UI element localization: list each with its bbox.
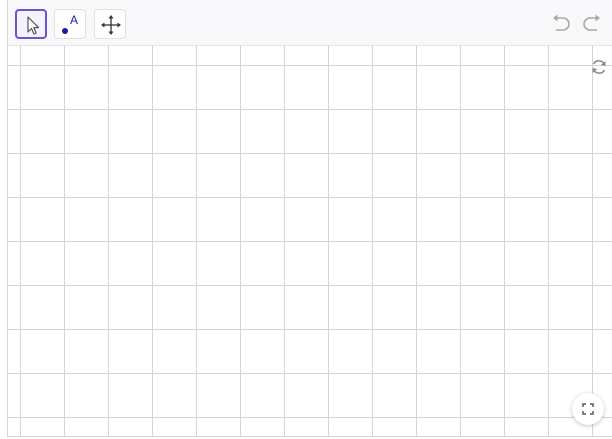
- point-tool-button[interactable]: A: [54, 9, 86, 39]
- four-way-arrow-icon: [101, 15, 121, 35]
- refresh-button[interactable]: [588, 56, 610, 78]
- arrow-cursor-icon: [27, 16, 40, 35]
- toolbar: A: [8, 0, 612, 46]
- redo-icon: [583, 14, 600, 31]
- fullscreen-button[interactable]: [572, 393, 604, 425]
- refresh-icon: [592, 60, 606, 74]
- graphics-view[interactable]: [8, 46, 612, 436]
- undo-icon: [553, 14, 570, 31]
- applet-window: A: [7, 0, 612, 437]
- fullscreen-icon: [582, 403, 594, 415]
- point-label: A: [70, 13, 78, 27]
- undo-button[interactable]: [549, 10, 575, 36]
- move-tool-button[interactable]: [15, 9, 47, 39]
- move-graphics-view-tool-button[interactable]: [94, 9, 126, 39]
- point-a-icon: A: [62, 13, 78, 34]
- grid: [8, 46, 612, 436]
- redo-button[interactable]: [578, 10, 604, 36]
